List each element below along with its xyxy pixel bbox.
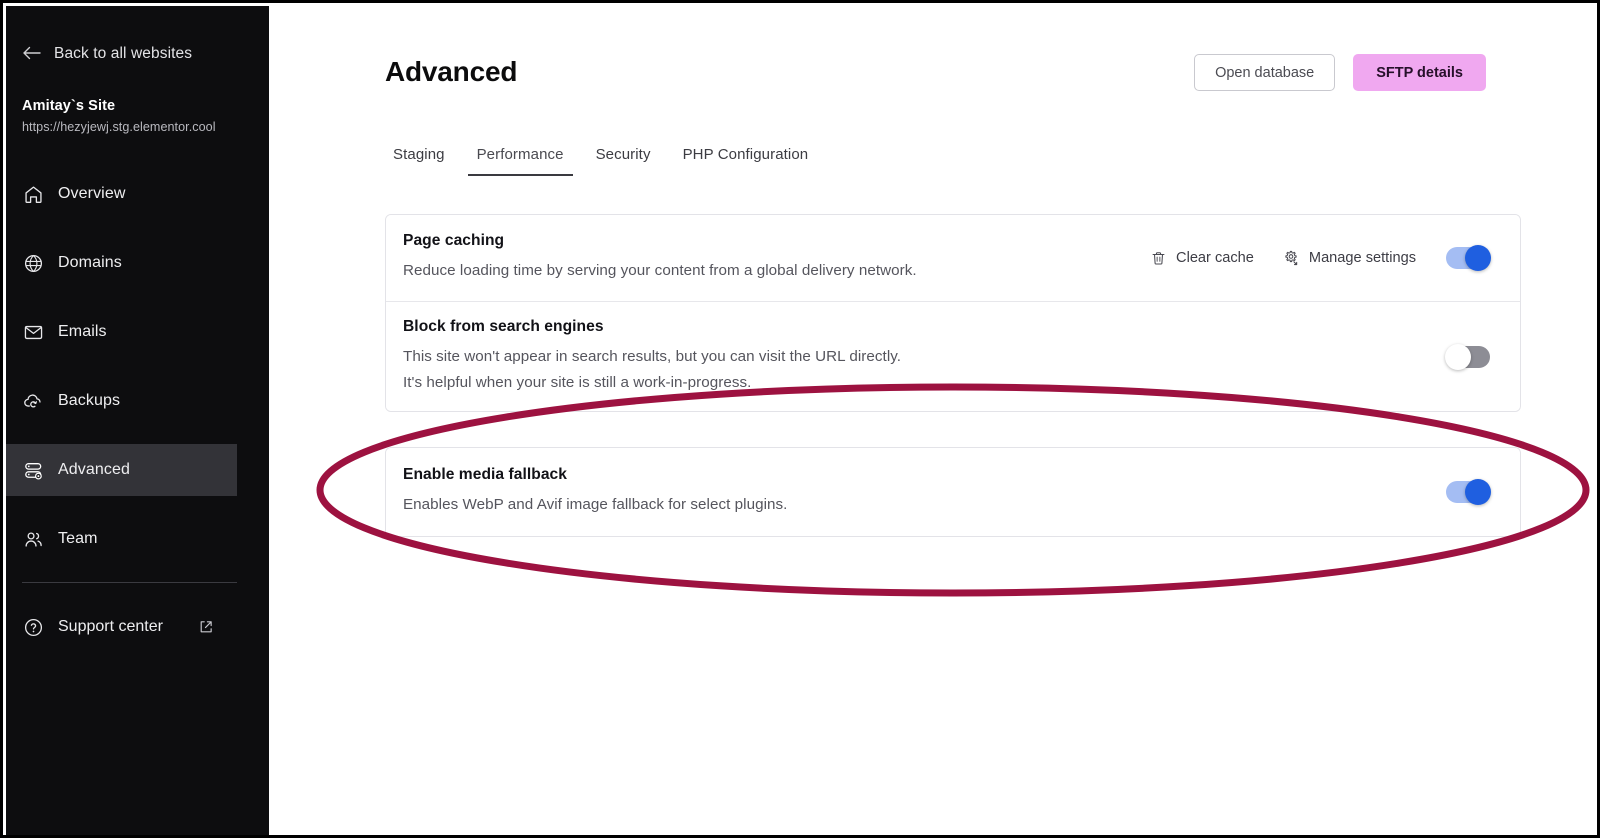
block-search-engines-toggle[interactable]	[1445, 343, 1490, 370]
open-database-button[interactable]: Open database	[1194, 54, 1336, 91]
clear-cache-label: Clear cache	[1176, 250, 1254, 266]
setting-description: Enables WebP and Avif image fallback for…	[403, 496, 788, 514]
page-caching-toggle[interactable]	[1446, 245, 1491, 271]
cloud-refresh-icon	[22, 390, 44, 412]
sidebar-item-label: Backups	[58, 392, 121, 409]
sidebar-nav: Overview Domains Emails Backups Advanced…	[6, 168, 269, 650]
sftp-details-button[interactable]: SFTP details	[1353, 54, 1486, 91]
settings-card-media-fallback: Enable media fallback Enables WebP and A…	[385, 447, 1521, 537]
sidebar-item-overview[interactable]: Overview	[6, 168, 269, 220]
sidebar-divider	[22, 582, 237, 583]
enable-media-fallback-toggle[interactable]	[1446, 479, 1491, 505]
users-icon	[22, 528, 44, 550]
sidebar-item-label: Team	[58, 530, 98, 547]
main-content: Advanced Open database SFTP details Stag…	[269, 6, 1594, 832]
sidebar-item-team[interactable]: Team	[6, 513, 269, 565]
sidebar-item-domains[interactable]: Domains	[6, 237, 269, 289]
back-to-all-websites-label: Back to all websites	[54, 45, 193, 62]
home-icon	[22, 183, 44, 205]
manage-settings-button[interactable]: Manage settings	[1282, 249, 1416, 267]
setting-text: Page caching Reduce loading time by serv…	[403, 232, 1150, 284]
setting-row-page-caching: Page caching Reduce loading time by serv…	[386, 215, 1520, 301]
page-header: Advanced Open database SFTP details	[385, 47, 1594, 103]
sidebar-item-label: Support center	[58, 618, 163, 635]
sidebar-item-emails[interactable]: Emails	[6, 306, 269, 358]
app-window: Back to all websites Amitay`s Site https…	[0, 0, 1600, 838]
sidebar-item-advanced[interactable]: Advanced	[6, 444, 237, 496]
setting-actions: Clear cache Manage settings	[1150, 249, 1416, 267]
setting-title: Block from search engines	[403, 317, 604, 335]
setting-description-line-2: It's helpful when your site is still a w…	[403, 373, 752, 391]
site-name: Amitay`s Site	[22, 98, 116, 114]
sidebar-item-label: Advanced	[58, 461, 130, 478]
arrow-left-icon	[22, 46, 41, 63]
setting-text: Enable media fallback Enables WebP and A…	[403, 466, 1446, 518]
sidebar-item-backups[interactable]: Backups	[6, 375, 269, 427]
sidebar: Back to all websites Amitay`s Site https…	[6, 6, 269, 835]
tab-security[interactable]: Security	[580, 146, 667, 176]
setting-text: Block from search engines This site won'…	[403, 318, 1446, 395]
back-to-all-websites-link[interactable]: Back to all websites	[6, 39, 269, 69]
site-info: Amitay`s Site https://hezyjewj.stg.eleme…	[6, 98, 269, 134]
setting-title: Enable media fallback	[403, 466, 567, 484]
page-title: Advanced	[385, 56, 518, 87]
toggle-knob	[1445, 343, 1471, 370]
sidebar-item-label: Emails	[58, 323, 107, 340]
envelope-icon	[22, 321, 44, 343]
external-link-icon	[198, 619, 214, 635]
tab-bar: Staging Performance Security PHP Configu…	[385, 146, 824, 176]
tab-staging[interactable]: Staging	[385, 146, 461, 176]
manage-settings-label: Manage settings	[1308, 250, 1416, 266]
sidebar-item-label: Domains	[58, 254, 122, 271]
header-actions: Open database SFTP details	[1194, 54, 1486, 91]
globe-icon	[22, 252, 44, 274]
site-url: https://hezyjewj.stg.elementor.cool	[22, 120, 216, 134]
question-circle-icon	[22, 616, 44, 638]
toggle-knob	[1465, 479, 1491, 505]
setting-description-line-1: This site won't appear in search results…	[403, 347, 902, 365]
sidebar-item-label: Overview	[58, 185, 126, 202]
sidebar-item-support-center[interactable]: Support center	[6, 604, 269, 650]
clear-cache-button[interactable]: Clear cache	[1150, 250, 1254, 267]
trash-icon	[1150, 250, 1167, 267]
settings-card-group: Page caching Reduce loading time by serv…	[385, 214, 1521, 412]
tab-performance[interactable]: Performance	[461, 146, 580, 176]
setting-row-enable-media-fallback: Enable media fallback Enables WebP and A…	[386, 448, 1520, 536]
setting-description: Reduce loading time by serving your cont…	[403, 262, 917, 280]
toggle-knob	[1465, 245, 1491, 271]
settings-list: Page caching Reduce loading time by serv…	[385, 214, 1521, 537]
setting-row-block-search-engines: Block from search engines This site won'…	[386, 301, 1520, 411]
server-settings-icon	[22, 459, 44, 481]
gear-arrow-icon	[1282, 249, 1300, 267]
setting-title: Page caching	[403, 232, 505, 250]
tab-php-configuration[interactable]: PHP Configuration	[667, 146, 825, 176]
